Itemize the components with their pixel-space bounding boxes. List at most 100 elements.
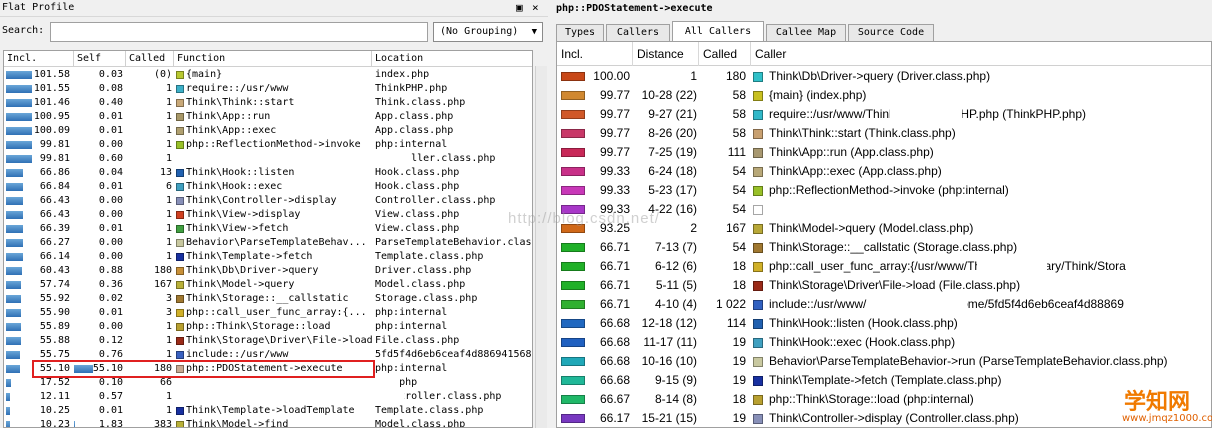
tab-callee-map[interactable]: Callee Map	[766, 24, 846, 41]
incl-bar	[6, 337, 21, 345]
table-row[interactable]: 100.09 0.01 1 Think\App::exec App.class.php	[4, 124, 532, 138]
caller-row[interactable]: 99.77 7-25 (19) 111 Think\App::run (App.cla…	[557, 143, 1211, 162]
table-row[interactable]: 101.46 0.40 1 Think\Think::start Think.class…	[4, 96, 532, 110]
distance-value: 1	[690, 69, 697, 83]
column-called[interactable]: Called	[126, 51, 174, 67]
tab-all-callers[interactable]: All Callers	[672, 21, 764, 41]
table-row[interactable]: 55.90 0.01 3 php::call_user_func_array:{...…	[4, 306, 532, 320]
caller-row[interactable]: 66.71 5-11 (5) 18 Think\Storage\Driver\File…	[557, 276, 1211, 295]
column-incl[interactable]: Incl.	[557, 42, 633, 66]
caller-row[interactable]: 66.67 8-14 (8) 18 php::Think\Storage::load …	[557, 390, 1211, 409]
caller-row[interactable]: 66.68 11-17 (11) 19 Think\Hook::exec (Hook.…	[557, 333, 1211, 352]
table-row[interactable]: 55.92 0.02 3 Think\Storage::__callstatic Sto…	[4, 292, 532, 306]
tab-callers[interactable]: Callers	[606, 24, 670, 41]
self-cell: 0.00	[74, 236, 126, 250]
incl-cell: 55.92	[4, 292, 72, 306]
table-row[interactable]: 100.95 0.01 1 Think\App::run App.class.php	[4, 110, 532, 124]
table-row[interactable]: 66.84 0.01 6 Think\Hook::exec Hook.class.php	[4, 180, 532, 194]
self-value: 0.40	[98, 97, 123, 108]
caller-row[interactable]: 99.33 6-24 (18) 54 Think\App::exec (App.cla…	[557, 162, 1211, 181]
incl-value: 66.27	[39, 237, 70, 248]
function-cell: Think\Hook::listen	[176, 166, 372, 180]
caller-row[interactable]: 66.68 10-16 (10) 19 Behavior\ParseTemplateB…	[557, 352, 1211, 371]
function-type-icon	[176, 323, 184, 331]
column-distance[interactable]: Distance	[633, 42, 699, 66]
table-row[interactable]: 10.25 0.01 1 Think\Template->loadTemplate Te…	[4, 404, 532, 418]
location-value: Hook.class.php	[375, 167, 460, 178]
search-input[interactable]	[50, 22, 428, 42]
table-row[interactable]: 99.81 0.00 1 php::ReflectionMethod->invoke p…	[4, 138, 532, 152]
incl-value: 66.84	[39, 181, 70, 192]
called-value: 114	[726, 316, 746, 330]
table-row[interactable]: 12.11 0.57 1 eController.class.php	[4, 390, 532, 404]
called-value: 180	[153, 265, 172, 276]
caller-cell: Think\Hook::listen (Hook.class.php)	[751, 314, 1211, 333]
table-row[interactable]: 17.520.1066ion.php	[4, 376, 532, 390]
caller-row[interactable]: 66.68 9-15 (9) 19 Think\Template->fetch (Te…	[557, 371, 1211, 390]
table-row[interactable]: 101.58 0.03 (0) {main} index.php	[4, 68, 532, 82]
table-row[interactable]: 66.43 0.00 1 Think\Controller->display Contr…	[4, 194, 532, 208]
table-row[interactable]: 66.27 0.00 1 Behavior\ParseTemplateBehav...…	[4, 236, 532, 250]
table-row[interactable]: 55.89 0.00 1 php::Think\Storage::load php:in…	[4, 320, 532, 334]
caller-row[interactable]: 99.77 8-26 (20) 58 Think\Think::start (Thin…	[557, 124, 1211, 143]
incl-cell: 100.95	[4, 110, 72, 124]
column-incl[interactable]: Incl.	[4, 51, 74, 67]
table-row[interactable]: 66.39 0.01 1 Think\View->fetch View.class.ph…	[4, 222, 532, 236]
table-row[interactable]: 60.43 0.88 180 Think\Db\Driver->query Driver…	[4, 264, 532, 278]
tab-source-code[interactable]: Source Code	[848, 24, 934, 41]
site-logo: 学知网 www.jmqz1000.com	[1122, 384, 1212, 428]
incl-value: 60.43	[39, 265, 70, 276]
function-type-icon	[176, 253, 184, 261]
function-type-icon	[176, 281, 184, 289]
column-location[interactable]: Location	[372, 51, 532, 67]
called-value: 1 022	[715, 297, 746, 311]
column-self[interactable]: Self	[74, 51, 126, 67]
incl-value: 66.68	[599, 354, 630, 368]
caller-cell: Think\App::run (App.class.php)	[751, 143, 1211, 162]
caller-row[interactable]: 66.68 12-18 (12) 114 Think\Hook::listen (Ho…	[557, 314, 1211, 333]
tab-types[interactable]: Types	[556, 24, 604, 41]
flat-profile-scrollbar[interactable]	[535, 66, 547, 428]
self-cell: 0.00	[74, 250, 126, 264]
caller-row[interactable]: 99.77 9-27 (21) 58 require::/usr/www/ThinkP…	[557, 105, 1211, 124]
column-caller[interactable]: Caller	[751, 42, 1211, 66]
table-row[interactable]: 101.55 0.08 1 require::/usr/www ThinkPHP.php	[4, 82, 532, 96]
caller-row[interactable]: 99.77 10-28 (22) 58 {main} (index.php)	[557, 86, 1211, 105]
called-value: 167	[725, 221, 746, 235]
column-called[interactable]: Called	[699, 42, 751, 66]
table-row[interactable]: 66.43 0.00 1 Think\View->display View.class.…	[4, 208, 532, 222]
self-value: 0.00	[98, 237, 123, 248]
location-value: Model.class.php	[375, 279, 466, 290]
caller-row[interactable]: 66.71 4-10 (4) 1 022 include::/usr/www/Runt…	[557, 295, 1211, 314]
function-type-icon	[176, 351, 184, 359]
self-value: 0.02	[98, 293, 123, 304]
function-type-icon	[753, 414, 763, 424]
incl-cell: 99.77	[557, 86, 632, 105]
function-type-icon	[176, 183, 184, 191]
function-cell: php::Think\Storage::load	[176, 320, 372, 334]
column-function[interactable]: Function	[174, 51, 372, 67]
function-name: Think\Storage\Driver\File->load	[186, 335, 372, 346]
function-type-icon	[753, 376, 763, 386]
called-value: 180	[725, 69, 746, 83]
table-row[interactable]: 55.88 0.12 1 Think\Storage\Driver\File->loa…	[4, 334, 532, 348]
table-row[interactable]: 10.23 1.83 383 Think\Model->find Model.class…	[4, 418, 532, 427]
caller-row[interactable]: 99.33 5-23 (17) 54 php::ReflectionMethod->i…	[557, 181, 1211, 200]
caller-row[interactable]: 66.17 15-21 (15) 19 Think\Controller->displ…	[557, 409, 1211, 427]
caller-row[interactable]: 66.71 6-12 (6) 18 php::call_user_func_array…	[557, 257, 1211, 276]
grouping-select[interactable]: (No Grouping) ▼	[433, 22, 543, 42]
table-row[interactable]: 66.14 0.00 1 Think\Template->fetch Template.…	[4, 250, 532, 264]
table-row[interactable]: 57.74 0.36 167 Think\Model->query Model.clas…	[4, 278, 532, 292]
close-panel-icon[interactable]: ×	[532, 0, 539, 16]
caller-name: Think\Template->fetch (Template.class.ph…	[769, 373, 1002, 387]
function-type-icon	[753, 395, 763, 405]
caller-row[interactable]: 66.71 7-13 (7) 54 Think\Storage::__callstat…	[557, 238, 1211, 257]
caller-row[interactable]: 100.00 1 180 Think\Db\Driver->query (Driver…	[557, 67, 1211, 86]
incl-value: 66.68	[599, 335, 630, 349]
function-type-icon	[753, 129, 763, 139]
float-panel-icon[interactable]: ▣	[516, 0, 523, 16]
incl-bar	[561, 110, 585, 119]
table-row[interactable]: 66.86 0.04 13 Think\Hook::listen Hook.class.…	[4, 166, 532, 180]
location-value: App.class.php	[375, 125, 454, 136]
table-row[interactable]: 99.81 0.60 1 Controller.class.php	[4, 152, 532, 166]
